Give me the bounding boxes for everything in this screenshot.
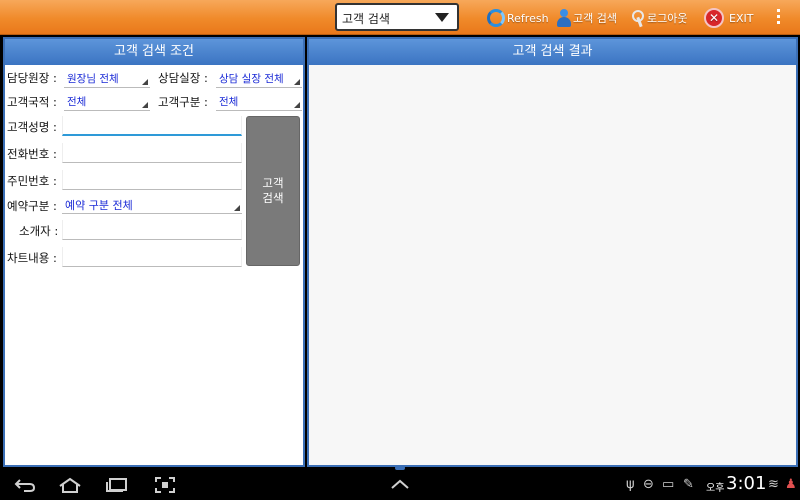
logout-button[interactable]: 로그아웃	[631, 8, 687, 28]
key-icon	[631, 9, 645, 27]
search-results-title: 고객 검색 결과	[309, 39, 796, 65]
category-select[interactable]: 전체	[216, 92, 302, 111]
android-system-bar: ψ ⊖ ▭ ✎ 오후 3:01 ≋ ♟	[0, 470, 800, 500]
logout-label: 로그아웃	[647, 12, 688, 25]
select-corner-icon	[294, 79, 300, 85]
director-label: 담당원장 :	[7, 71, 57, 85]
manager-label: 상담실장 :	[158, 71, 208, 85]
phone-input[interactable]	[62, 143, 242, 163]
customer-search-label: 고객 검색	[573, 12, 617, 25]
director-select[interactable]: 원장님 전체	[64, 69, 150, 88]
search-conditions-title: 고객 검색 조건	[5, 39, 303, 65]
nationality-label: 고객국적 :	[7, 95, 57, 109]
select-corner-icon	[142, 79, 148, 85]
name-label: 고객성명 :	[7, 120, 57, 134]
user-icon	[557, 9, 571, 27]
exit-button[interactable]: ✕ EXIT	[704, 8, 753, 28]
refresh-label: Refresh	[507, 11, 549, 25]
notification-icon: ♟	[785, 477, 797, 492]
id-number-label: 주민번호 :	[7, 174, 57, 188]
home-icon[interactable]	[58, 477, 82, 493]
customer-search-button[interactable]: 고객 검색	[557, 8, 617, 28]
select-corner-icon	[142, 102, 148, 108]
up-chevron-icon[interactable]	[390, 479, 410, 489]
refresh-icon	[487, 9, 505, 27]
referrer-input[interactable]	[62, 220, 242, 240]
menu-select-dropdown[interactable]: 고객 검색	[335, 3, 459, 31]
reservation-label: 예약구분 :	[7, 199, 57, 213]
battery-icon: ▭	[662, 477, 675, 492]
screenshot-icon[interactable]	[155, 477, 175, 493]
name-input[interactable]	[62, 116, 242, 136]
block-icon: ⊖	[643, 477, 654, 492]
nationality-select[interactable]: 전체	[64, 92, 150, 111]
search-button-label: 고객 검색	[262, 176, 284, 205]
menu-select-value: 고객 검색	[342, 12, 390, 26]
wifi-icon: ≋	[768, 477, 779, 492]
overflow-menu-icon[interactable]	[777, 9, 781, 27]
clock: 3:01	[726, 473, 767, 494]
top-toolbar: 고객 검색 Refresh 고객 검색 로그아웃 ✕ EXIT	[0, 0, 800, 35]
recent-apps-icon[interactable]	[106, 478, 128, 492]
director-value: 원장님 전체	[67, 73, 119, 85]
pen-icon: ✎	[683, 477, 694, 492]
manager-value: 상담 실장 전체	[219, 73, 284, 85]
chart-content-label: 차트내용 :	[7, 251, 57, 265]
search-results-panel: 고객 검색 결과	[307, 37, 798, 467]
dropdown-arrow-icon	[435, 13, 449, 22]
back-icon[interactable]	[14, 478, 36, 492]
ampm-label: 오후	[706, 483, 725, 494]
phone-label: 전화번호 :	[7, 147, 57, 161]
manager-select[interactable]: 상담 실장 전체	[216, 69, 302, 88]
reservation-select[interactable]: 예약 구분 전체	[62, 195, 242, 214]
referrer-label: 소개자 :	[19, 224, 59, 238]
exit-icon: ✕	[704, 8, 724, 28]
id-number-input[interactable]	[62, 170, 242, 190]
chart-content-input[interactable]	[62, 247, 242, 267]
customer-search-submit-button[interactable]: 고객 검색	[246, 116, 300, 266]
select-corner-icon	[294, 102, 300, 108]
category-value: 전체	[219, 96, 239, 108]
usb-icon: ψ	[626, 477, 635, 492]
reservation-value: 예약 구분 전체	[65, 199, 133, 212]
exit-label: EXIT	[729, 11, 754, 25]
category-label: 고객구분 :	[158, 95, 208, 109]
refresh-button[interactable]: Refresh	[487, 8, 549, 28]
nationality-value: 전체	[67, 96, 87, 108]
select-corner-icon	[234, 205, 240, 211]
